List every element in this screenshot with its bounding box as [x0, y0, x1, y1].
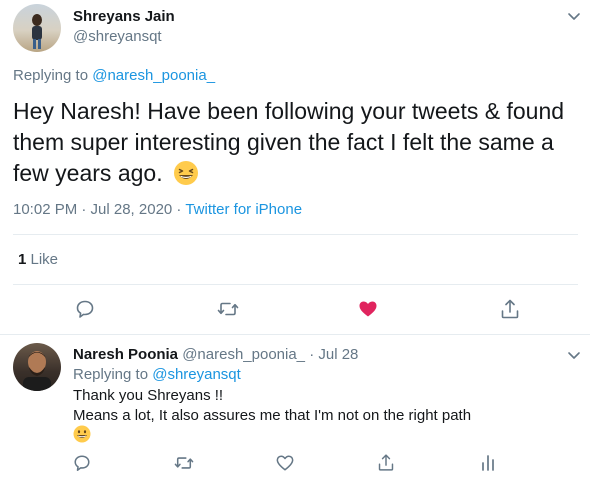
avatar-photo — [32, 14, 42, 49]
analytics-icon[interactable] — [480, 454, 496, 472]
tweet-meta: 10:02 PM · Jul 28, 2020 · Twitter for iP… — [13, 201, 302, 218]
share-icon[interactable] — [500, 298, 520, 320]
reply-icon[interactable] — [75, 299, 95, 319]
like-count[interactable]: 1 Like — [18, 251, 58, 268]
avatar[interactable] — [13, 4, 61, 52]
author-handle[interactable]: @shreyansqt — [73, 28, 162, 45]
mention-link[interactable]: @shreyansqt — [152, 366, 241, 383]
retweet-icon[interactable] — [174, 454, 194, 472]
tweet-date[interactable]: · Jul 28 — [305, 346, 358, 363]
author-name[interactable]: Naresh Poonia — [73, 346, 178, 363]
divider — [13, 284, 578, 285]
reply-line-2: Means a lot, It also assures me that I'm… — [73, 407, 472, 424]
like-count-label: Like — [26, 251, 59, 268]
share-icon[interactable] — [377, 453, 395, 472]
replying-to: Replying to @shreyansqt — [73, 366, 241, 383]
avatar-photo — [23, 351, 51, 391]
replying-label: Replying to — [73, 366, 153, 383]
main-tweet: Shreyans Jain @shreyansqt Replying to @n… — [0, 0, 590, 334]
like-heart-icon[interactable] — [276, 454, 294, 472]
chevron-down-icon[interactable] — [565, 7, 583, 25]
reply-icon[interactable] — [73, 454, 91, 472]
retweet-icon[interactable] — [217, 299, 239, 319]
reply-header: Naresh Poonia @naresh_poonia_ · Jul 28 — [73, 346, 358, 363]
replying-label: Replying to — [13, 67, 89, 84]
like-heart-icon[interactable] — [358, 299, 378, 319]
grinning-face-icon — [73, 425, 91, 443]
replying-to: Replying to @naresh_poonia_ — [13, 67, 215, 84]
tweet-body: Hey Naresh! Have been following your twe… — [13, 98, 565, 186]
author-handle[interactable]: @naresh_poonia_ — [182, 346, 305, 363]
timestamp[interactable]: 10:02 PM · Jul 28, 2020 · — [13, 201, 185, 218]
mention-link[interactable]: @naresh_poonia_ — [92, 67, 215, 84]
source-link[interactable]: Twitter for iPhone — [185, 201, 302, 218]
author-name[interactable]: Shreyans Jain — [73, 8, 175, 25]
divider — [0, 334, 590, 335]
avatar[interactable] — [13, 343, 61, 391]
reply-line-1: Thank you Shreyans !! — [73, 387, 224, 404]
chevron-down-icon[interactable] — [565, 346, 583, 364]
tweet-text: Hey Naresh! Have been following your twe… — [13, 96, 578, 189]
grinning-squinting-face-icon — [173, 161, 198, 185]
divider — [13, 234, 578, 235]
